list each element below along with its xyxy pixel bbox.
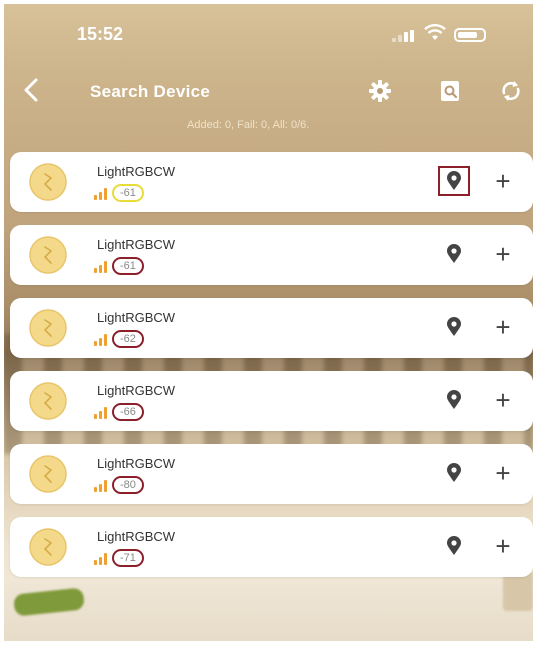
- locate-button[interactable]: [438, 531, 470, 561]
- locate-button[interactable]: [438, 166, 470, 196]
- device-card[interactable]: LightRGBCW -62 +: [10, 298, 533, 358]
- locate-button[interactable]: [438, 239, 470, 269]
- device-name: LightRGBCW: [97, 383, 176, 398]
- device-name: LightRGBCW: [97, 529, 176, 544]
- rssi-highlight: -61: [112, 184, 144, 202]
- locate-button[interactable]: [438, 312, 470, 342]
- location-pin-icon: [447, 390, 461, 409]
- location-pin-icon: [447, 171, 461, 190]
- device-card[interactable]: LightRGBCW -61 +: [10, 152, 533, 212]
- search-document-icon[interactable]: [437, 78, 463, 104]
- bulb-icon: [29, 528, 67, 566]
- rssi-highlight: -80: [112, 476, 144, 494]
- plus-icon: +: [495, 166, 511, 196]
- plus-icon: +: [495, 239, 511, 269]
- gear-icon[interactable]: [367, 78, 393, 104]
- rssi-value: -61: [120, 187, 136, 199]
- app-screen: 15:52 Search Device Added: 0, Fail: 0, A…: [4, 4, 533, 641]
- device-name: LightRGBCW: [97, 164, 176, 179]
- location-pin-icon: [447, 536, 461, 555]
- rssi-value: -61: [120, 260, 136, 272]
- locate-button[interactable]: [438, 385, 470, 415]
- rssi-value: -66: [120, 406, 136, 418]
- signal-bars-icon: [94, 334, 110, 346]
- plus-icon: +: [495, 312, 511, 342]
- add-device-button[interactable]: +: [488, 531, 518, 561]
- device-card[interactable]: LightRGBCW -80 +: [10, 444, 533, 504]
- signal-bars-icon: [94, 553, 110, 565]
- add-device-button[interactable]: +: [488, 385, 518, 415]
- device-name: LightRGBCW: [97, 456, 176, 471]
- add-device-button[interactable]: +: [488, 166, 518, 196]
- background-bed: [4, 581, 533, 641]
- rssi-highlight: -66: [112, 403, 144, 421]
- plus-icon: +: [495, 385, 511, 415]
- bulb-icon: [29, 236, 67, 274]
- search-summary: Added: 0, Fail: 0, All: 0/6.: [187, 119, 310, 131]
- location-pin-icon: [447, 244, 461, 263]
- background-lamp: [503, 571, 533, 611]
- status-bar: 15:52: [4, 4, 533, 58]
- rssi-value: -62: [120, 333, 136, 345]
- signal-bars-icon: [94, 407, 110, 419]
- rssi-value: -80: [120, 479, 136, 491]
- rssi-highlight: -62: [112, 330, 144, 348]
- bulb-icon: [29, 382, 67, 420]
- signal-bars-icon: [94, 188, 110, 200]
- wifi-icon: [424, 24, 446, 40]
- location-pin-icon: [447, 463, 461, 482]
- device-card[interactable]: LightRGBCW -71 +: [10, 517, 533, 577]
- rssi-highlight: -71: [112, 549, 144, 567]
- add-device-button[interactable]: +: [488, 312, 518, 342]
- device-name: LightRGBCW: [97, 237, 176, 252]
- battery-icon: [454, 28, 486, 42]
- bulb-icon: [29, 163, 67, 201]
- device-card[interactable]: LightRGBCW -66 +: [10, 371, 533, 431]
- add-device-button[interactable]: +: [488, 458, 518, 488]
- plus-icon: +: [495, 458, 511, 488]
- signal-bars-icon: [94, 261, 110, 273]
- bulb-icon: [29, 309, 67, 347]
- page-title: Search Device: [90, 82, 211, 101]
- rssi-value: -71: [120, 552, 136, 564]
- cellular-signal-icon: [392, 30, 414, 42]
- plus-icon: +: [495, 531, 511, 561]
- location-pin-icon: [447, 317, 461, 336]
- chevron-left-icon[interactable]: [18, 76, 46, 104]
- add-device-button[interactable]: +: [488, 239, 518, 269]
- refresh-icon[interactable]: [498, 78, 524, 104]
- rssi-highlight: -61: [112, 257, 144, 275]
- signal-bars-icon: [94, 480, 110, 492]
- locate-button[interactable]: [438, 458, 470, 488]
- device-name: LightRGBCW: [97, 310, 176, 325]
- bulb-icon: [29, 455, 67, 493]
- status-time: 15:52: [77, 24, 124, 44]
- device-card[interactable]: LightRGBCW -61 +: [10, 225, 533, 285]
